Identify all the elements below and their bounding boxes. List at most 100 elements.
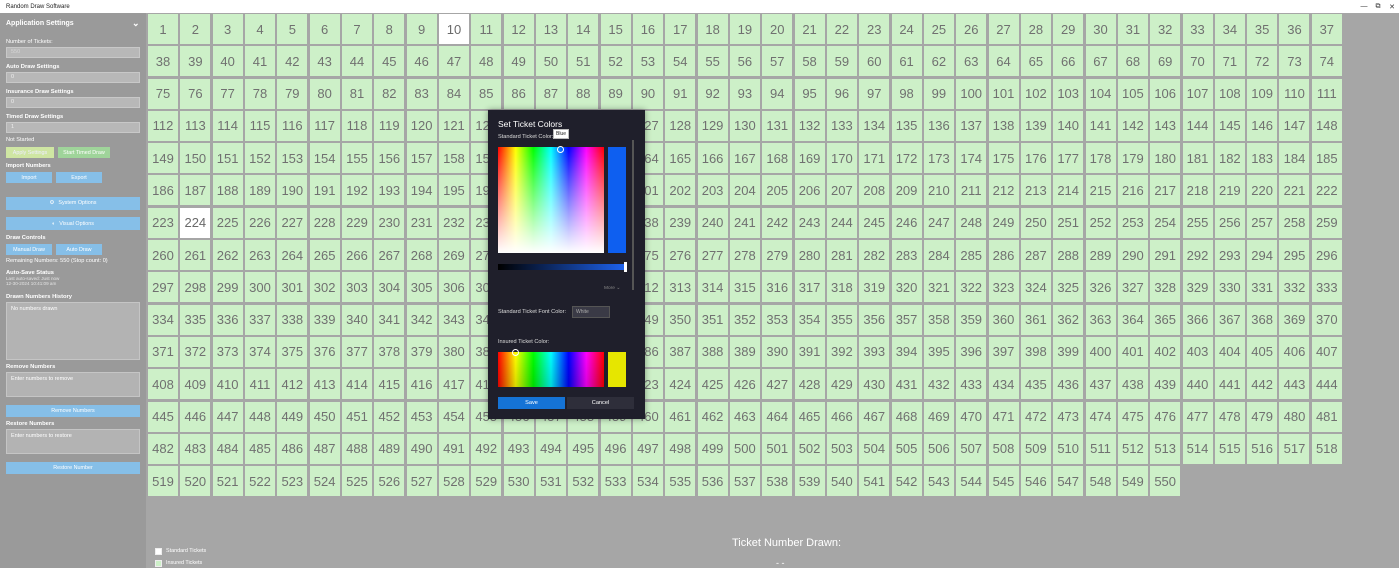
ticket-cell[interactable]: 243 [794,207,825,238]
ticket-cell[interactable]: 181 [1182,143,1213,174]
ticket-cell[interactable]: 143 [1150,110,1181,141]
ticket-cell[interactable]: 9 [406,14,437,44]
ticket-cell[interactable]: 486 [277,433,308,464]
ticket-cell[interactable]: 387 [665,336,696,367]
ticket-cell[interactable]: 188 [212,175,243,206]
ticket-cell[interactable]: 471 [988,401,1019,432]
ticket-cell[interactable]: 38 [148,46,178,77]
ticket-cell[interactable]: 333 [1311,272,1342,303]
ticket-cell[interactable]: 74 [1311,46,1342,77]
ticket-cell[interactable]: 239 [665,207,696,238]
ticket-cell[interactable]: 322 [956,272,987,303]
ticket-cell[interactable]: 79 [277,78,308,109]
ticket-cell[interactable]: 68 [1117,46,1148,77]
ticket-cell[interactable]: 529 [471,466,502,497]
ticket-cell[interactable]: 326 [1085,272,1116,303]
ticket-cell[interactable]: 142 [1117,110,1148,141]
dialog-scrollbar[interactable] [632,140,634,290]
ticket-cell[interactable]: 229 [341,207,372,238]
ticket-cell[interactable]: 185 [1311,143,1342,174]
ticket-cell[interactable]: 510 [1053,433,1084,464]
ticket-cell[interactable]: 246 [891,207,922,238]
ticket-cell[interactable]: 440 [1182,369,1213,400]
ticket-cell[interactable]: 253 [1117,207,1148,238]
export-button[interactable]: Export [56,172,102,183]
ticket-cell[interactable]: 289 [1085,240,1116,271]
ticket-cell[interactable]: 285 [956,240,987,271]
timed-draw-field[interactable]: 1 [6,122,140,133]
ticket-cell[interactable]: 49 [503,46,534,77]
ticket-cell[interactable]: 81 [341,78,372,109]
ticket-cell[interactable]: 499 [697,433,728,464]
ticket-cell[interactable]: 248 [956,207,987,238]
ticket-cell[interactable]: 430 [859,369,890,400]
ticket-cell[interactable]: 393 [859,336,890,367]
chevron-down-icon[interactable]: ⌄ [132,19,140,28]
ticket-cell[interactable]: 141 [1085,110,1116,141]
ticket-cell[interactable]: 190 [277,175,308,206]
sidebar-header[interactable]: Application Settings ⌄ [0,13,146,33]
ticket-cell[interactable]: 546 [1020,466,1051,497]
ticket-cell[interactable]: 70 [1182,46,1213,77]
ticket-cell[interactable]: 542 [891,466,922,497]
ticket-cell[interactable]: 404 [1214,336,1245,367]
ticket-cell[interactable]: 432 [923,369,954,400]
ticket-cell[interactable]: 414 [341,369,372,400]
ticket-cell[interactable]: 437 [1085,369,1116,400]
font-color-select[interactable]: White [572,306,610,318]
ticket-cell[interactable]: 117 [309,110,340,141]
ticket-cell[interactable]: 223 [148,207,178,238]
ticket-cell[interactable]: 224 [180,207,211,238]
ticket-cell[interactable]: 416 [406,369,437,400]
ticket-cell[interactable]: 8 [374,14,405,44]
ticket-cell[interactable]: 214 [1053,175,1084,206]
ticket-cell[interactable]: 262 [212,240,243,271]
ticket-cell[interactable]: 500 [729,433,760,464]
ticket-cell[interactable]: 462 [697,401,728,432]
ticket-cell[interactable]: 377 [341,336,372,367]
ticket-cell[interactable]: 153 [277,143,308,174]
ticket-cell[interactable]: 110 [1279,78,1310,109]
ticket-cell[interactable]: 280 [794,240,825,271]
ticket-cell[interactable]: 406 [1279,336,1310,367]
ticket-cell[interactable]: 138 [988,110,1019,141]
ticket-cell[interactable]: 402 [1150,336,1181,367]
ticket-cell[interactable]: 108 [1214,78,1245,109]
ticket-cell[interactable]: 484 [212,433,243,464]
ticket-cell[interactable]: 517 [1279,433,1310,464]
ticket-cell[interactable]: 413 [309,369,340,400]
ticket-cell[interactable]: 137 [956,110,987,141]
ticket-cell[interactable]: 94 [762,78,793,109]
ticket-cell[interactable]: 96 [826,78,857,109]
ticket-cell[interactable]: 132 [794,110,825,141]
ticket-cell[interactable]: 21 [794,14,825,44]
ticket-cell[interactable]: 300 [244,272,275,303]
ticket-cell[interactable]: 355 [826,304,857,335]
ticket-cell[interactable]: 412 [277,369,308,400]
ticket-cell[interactable]: 388 [697,336,728,367]
ticket-cell[interactable]: 523 [277,466,308,497]
ticket-cell[interactable]: 171 [859,143,890,174]
minimize-icon[interactable]: — [1357,0,1371,13]
ticket-cell[interactable]: 146 [1247,110,1278,141]
ticket-cell[interactable]: 316 [762,272,793,303]
ticket-cell[interactable]: 378 [374,336,405,367]
ticket-cell[interactable]: 115 [244,110,275,141]
ticket-cell[interactable]: 332 [1279,272,1310,303]
ticket-cell[interactable]: 380 [438,336,469,367]
ticket-cell[interactable]: 32 [1150,14,1181,44]
ticket-cell[interactable]: 264 [277,240,308,271]
ticket-cell[interactable]: 111 [1311,78,1342,109]
ticket-cell[interactable]: 372 [180,336,211,367]
ticket-cell[interactable]: 177 [1053,143,1084,174]
ticket-cell[interactable]: 535 [665,466,696,497]
ticket-cell[interactable]: 267 [374,240,405,271]
ticket-cell[interactable]: 195 [438,175,469,206]
auto-draw-field[interactable]: 0 [6,72,140,83]
ticket-cell[interactable]: 389 [729,336,760,367]
ticket-cell[interactable]: 249 [988,207,1019,238]
ticket-cell[interactable]: 429 [826,369,857,400]
ticket-cell[interactable]: 210 [923,175,954,206]
ticket-cell[interactable]: 100 [956,78,987,109]
ticket-cell[interactable]: 504 [859,433,890,464]
